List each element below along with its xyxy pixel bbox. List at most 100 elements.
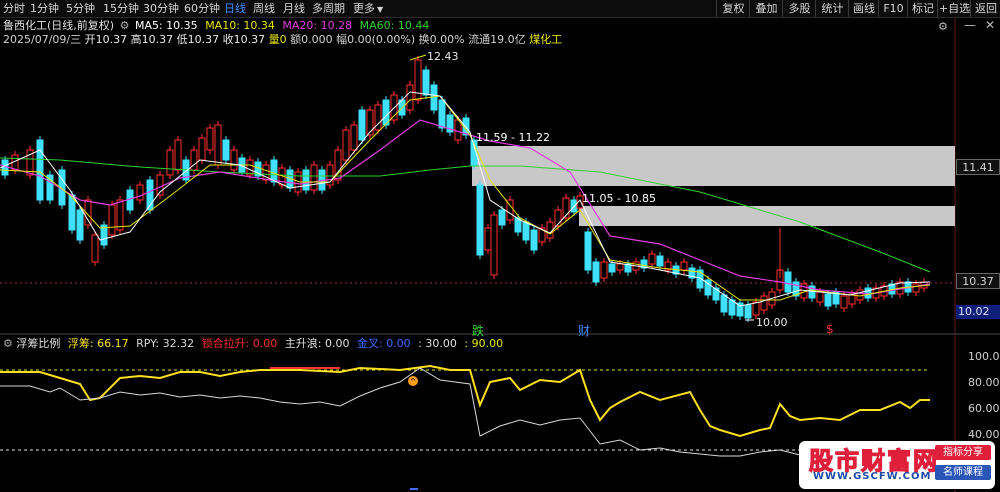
candle	[438, 99, 446, 129]
more-label: 更多	[353, 2, 375, 15]
ytick-60: 60.00	[968, 402, 1000, 415]
tab-fenshi[interactable]: 分时	[3, 1, 25, 16]
candle	[680, 261, 688, 271]
add-watchlist-button[interactable]: +自选	[937, 0, 971, 17]
candle	[58, 169, 66, 206]
quote-turnover: 换0.00%	[418, 33, 465, 46]
tab-15min[interactable]: 15分钟	[103, 1, 139, 16]
signal-dollar: $	[826, 322, 834, 336]
candle	[848, 293, 856, 305]
candle	[222, 139, 230, 161]
ma5-label: MA5: 10.35	[134, 19, 198, 32]
close-icon[interactable]: ✕	[985, 18, 995, 32]
back-button[interactable]: 返回	[970, 0, 1000, 17]
candle	[688, 267, 696, 279]
candle	[490, 214, 498, 276]
candle	[91, 234, 99, 263]
ytick-100: 100.00	[968, 350, 1000, 363]
tab-1min[interactable]: 1分钟	[30, 1, 59, 16]
candle	[358, 109, 366, 141]
jincha-legend: 金叉: 0.00	[357, 337, 411, 350]
tab-more[interactable]: 更多 ▼	[353, 1, 383, 16]
quote-open: 开10.37	[84, 33, 128, 46]
candle	[350, 124, 358, 151]
mark-button[interactable]: 标记	[907, 0, 938, 17]
candle	[720, 294, 728, 313]
tab-30min[interactable]: 30分钟	[143, 1, 179, 16]
high-leader	[409, 54, 427, 61]
candle	[776, 269, 784, 291]
candle	[768, 291, 776, 306]
f10-button[interactable]: F10	[878, 0, 908, 17]
quote-volume: 量0	[268, 33, 287, 46]
candle	[26, 149, 34, 176]
candle	[760, 295, 768, 311]
candle	[1, 159, 9, 176]
candle	[920, 281, 928, 289]
ma10-line	[0, 95, 931, 301]
fuquan-button[interactable]: 复权	[716, 0, 750, 17]
multi-stock-button[interactable]: 多股	[782, 0, 816, 17]
candle	[302, 169, 310, 191]
candle	[484, 227, 492, 251]
candle	[174, 139, 182, 171]
candle	[366, 109, 374, 136]
candle	[462, 117, 470, 136]
tab-weekly[interactable]: 周线	[253, 1, 275, 16]
candlestick-chart[interactable]	[0, 0, 1000, 492]
overlay-button[interactable]: 叠加	[749, 0, 783, 17]
candle	[246, 159, 254, 176]
settings-icon[interactable]: ⚙	[120, 19, 130, 32]
minimize-icon[interactable]: —	[964, 18, 976, 32]
candle	[744, 304, 752, 319]
candle	[206, 127, 214, 151]
rpy-value: 32.32	[162, 337, 195, 350]
candle	[214, 124, 222, 166]
draw-line-button[interactable]: 画线	[848, 0, 879, 17]
candle	[584, 231, 592, 271]
candle	[238, 157, 246, 173]
fuchou-label: 浮筹:	[67, 337, 98, 350]
candle	[262, 164, 270, 181]
stats-button[interactable]: 统计	[815, 0, 849, 17]
candle	[816, 291, 824, 303]
stock-title: 鲁西化工(日线,前复权)	[3, 19, 115, 32]
candle	[880, 285, 888, 297]
indicator-name[interactable]: 浮筹比例	[16, 337, 60, 350]
tab-monthly[interactable]: 月线	[283, 1, 305, 16]
candle	[198, 137, 206, 161]
candle	[672, 265, 680, 275]
quote-close: 收10.37	[222, 33, 266, 46]
tab-multi-period[interactable]: 多周期	[312, 1, 345, 16]
candle	[704, 279, 712, 296]
jincha-value: 0.00	[386, 337, 411, 350]
candle	[664, 261, 672, 271]
candle	[656, 255, 664, 267]
candle	[872, 287, 880, 299]
candle	[600, 261, 608, 279]
quote-sector[interactable]: 煤化工	[529, 33, 562, 46]
candle	[182, 159, 190, 181]
tab-daily[interactable]: 日线	[224, 1, 246, 16]
rpy-legend: RPY: 32.32	[136, 337, 194, 350]
tab-5min[interactable]: 5分钟	[66, 1, 95, 16]
candle	[840, 295, 848, 309]
indicator-legend: ⚙ 浮筹比例 浮筹: 66.17 RPY: 32.32 锁合拉升: 0.00 主…	[0, 337, 503, 351]
site-watermark: 股市财富网 WWW.GSCFW.COM 指标分享 名师课程	[799, 441, 995, 489]
candle	[608, 263, 616, 273]
candle	[166, 149, 174, 176]
quote-date: 2025/07/09/三	[3, 33, 82, 46]
zhushengliang-value: 0.00	[324, 337, 350, 350]
zone-1	[472, 146, 955, 186]
settings-icon[interactable]: ⚙	[938, 20, 948, 33]
candle	[398, 99, 406, 116]
candle	[736, 302, 744, 317]
jincha-label: 金叉:	[356, 337, 387, 350]
settings-icon[interactable]: ⚙	[3, 337, 13, 350]
quote-high: 高10.37	[130, 33, 174, 46]
indicator-chart[interactable]: ^	[0, 0, 1000, 492]
tab-60min[interactable]: 60分钟	[184, 1, 220, 16]
quote-change: 幅0.00(0.00%)	[336, 33, 416, 46]
candle	[514, 217, 522, 233]
candle	[752, 301, 760, 316]
